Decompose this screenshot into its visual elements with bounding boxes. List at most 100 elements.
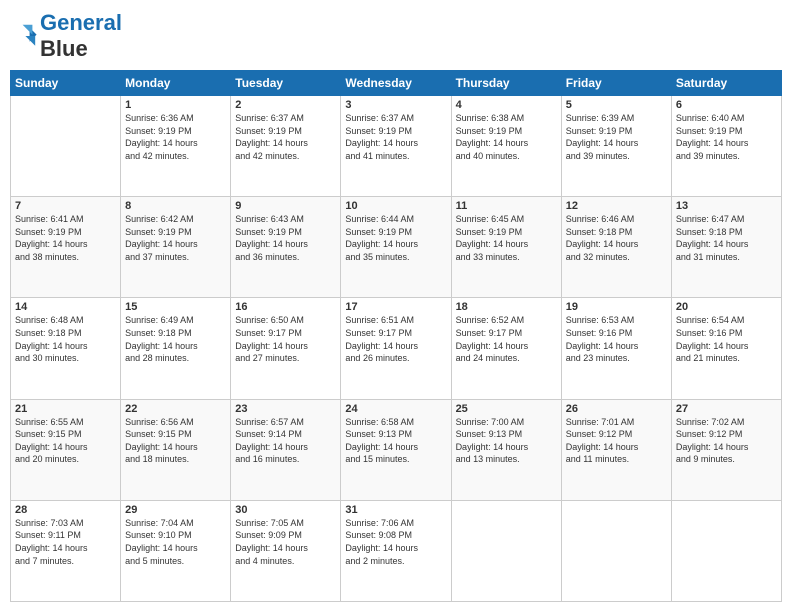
day-info: Sunrise: 6:58 AM Sunset: 9:13 PM Dayligh… [345,416,446,466]
calendar-cell: 10Sunrise: 6:44 AM Sunset: 9:19 PM Dayli… [341,197,451,298]
day-info: Sunrise: 6:37 AM Sunset: 9:19 PM Dayligh… [345,112,446,162]
calendar-cell: 12Sunrise: 6:46 AM Sunset: 9:18 PM Dayli… [561,197,671,298]
day-number: 31 [345,504,446,516]
day-number: 5 [566,99,667,111]
weekday-header: SundayMondayTuesdayWednesdayThursdayFrid… [11,71,782,96]
day-info: Sunrise: 6:39 AM Sunset: 9:19 PM Dayligh… [566,112,667,162]
weekday-header-cell: Friday [561,71,671,96]
day-number: 11 [456,200,557,212]
day-info: Sunrise: 7:00 AM Sunset: 9:13 PM Dayligh… [456,416,557,466]
logo-text: GeneralBlue [40,10,122,62]
day-info: Sunrise: 7:01 AM Sunset: 9:12 PM Dayligh… [566,416,667,466]
day-info: Sunrise: 6:42 AM Sunset: 9:19 PM Dayligh… [125,213,226,263]
day-number: 6 [676,99,777,111]
calendar-cell [11,96,121,197]
calendar-cell: 26Sunrise: 7:01 AM Sunset: 9:12 PM Dayli… [561,399,671,500]
day-number: 14 [15,301,116,313]
day-info: Sunrise: 6:53 AM Sunset: 9:16 PM Dayligh… [566,314,667,364]
day-number: 22 [125,403,226,415]
day-number: 25 [456,403,557,415]
calendar-cell: 14Sunrise: 6:48 AM Sunset: 9:18 PM Dayli… [11,298,121,399]
calendar-cell: 3Sunrise: 6:37 AM Sunset: 9:19 PM Daylig… [341,96,451,197]
day-info: Sunrise: 6:50 AM Sunset: 9:17 PM Dayligh… [235,314,336,364]
calendar-cell: 21Sunrise: 6:55 AM Sunset: 9:15 PM Dayli… [11,399,121,500]
day-number: 1 [125,99,226,111]
calendar-cell: 22Sunrise: 6:56 AM Sunset: 9:15 PM Dayli… [121,399,231,500]
weekday-header-cell: Tuesday [231,71,341,96]
calendar-cell: 6Sunrise: 6:40 AM Sunset: 9:19 PM Daylig… [671,96,781,197]
day-info: Sunrise: 6:41 AM Sunset: 9:19 PM Dayligh… [15,213,116,263]
calendar-cell [451,500,561,601]
day-info: Sunrise: 6:57 AM Sunset: 9:14 PM Dayligh… [235,416,336,466]
day-info: Sunrise: 6:37 AM Sunset: 9:19 PM Dayligh… [235,112,336,162]
day-info: Sunrise: 6:47 AM Sunset: 9:18 PM Dayligh… [676,213,777,263]
day-number: 30 [235,504,336,516]
calendar-week-row: 21Sunrise: 6:55 AM Sunset: 9:15 PM Dayli… [11,399,782,500]
calendar: SundayMondayTuesdayWednesdayThursdayFrid… [10,70,782,602]
day-info: Sunrise: 7:02 AM Sunset: 9:12 PM Dayligh… [676,416,777,466]
day-number: 7 [15,200,116,212]
day-number: 18 [456,301,557,313]
day-number: 3 [345,99,446,111]
calendar-week-row: 1Sunrise: 6:36 AM Sunset: 9:19 PM Daylig… [11,96,782,197]
day-number: 28 [15,504,116,516]
calendar-cell: 8Sunrise: 6:42 AM Sunset: 9:19 PM Daylig… [121,197,231,298]
calendar-cell: 30Sunrise: 7:05 AM Sunset: 9:09 PM Dayli… [231,500,341,601]
day-number: 4 [456,99,557,111]
calendar-cell: 23Sunrise: 6:57 AM Sunset: 9:14 PM Dayli… [231,399,341,500]
day-number: 20 [676,301,777,313]
calendar-cell: 16Sunrise: 6:50 AM Sunset: 9:17 PM Dayli… [231,298,341,399]
day-number: 9 [235,200,336,212]
day-number: 19 [566,301,667,313]
calendar-cell: 27Sunrise: 7:02 AM Sunset: 9:12 PM Dayli… [671,399,781,500]
day-number: 15 [125,301,226,313]
day-number: 24 [345,403,446,415]
calendar-cell [561,500,671,601]
day-number: 10 [345,200,446,212]
day-number: 21 [15,403,116,415]
day-info: Sunrise: 6:40 AM Sunset: 9:19 PM Dayligh… [676,112,777,162]
calendar-cell: 5Sunrise: 6:39 AM Sunset: 9:19 PM Daylig… [561,96,671,197]
calendar-cell: 24Sunrise: 6:58 AM Sunset: 9:13 PM Dayli… [341,399,451,500]
calendar-cell: 1Sunrise: 6:36 AM Sunset: 9:19 PM Daylig… [121,96,231,197]
day-info: Sunrise: 7:05 AM Sunset: 9:09 PM Dayligh… [235,517,336,567]
calendar-cell: 25Sunrise: 7:00 AM Sunset: 9:13 PM Dayli… [451,399,561,500]
calendar-week-row: 7Sunrise: 6:41 AM Sunset: 9:19 PM Daylig… [11,197,782,298]
calendar-body: 1Sunrise: 6:36 AM Sunset: 9:19 PM Daylig… [11,96,782,602]
weekday-header-cell: Thursday [451,71,561,96]
weekday-header-cell: Saturday [671,71,781,96]
day-info: Sunrise: 6:55 AM Sunset: 9:15 PM Dayligh… [15,416,116,466]
day-number: 16 [235,301,336,313]
calendar-cell: 20Sunrise: 6:54 AM Sunset: 9:16 PM Dayli… [671,298,781,399]
day-info: Sunrise: 6:38 AM Sunset: 9:19 PM Dayligh… [456,112,557,162]
calendar-cell: 7Sunrise: 6:41 AM Sunset: 9:19 PM Daylig… [11,197,121,298]
calendar-cell: 2Sunrise: 6:37 AM Sunset: 9:19 PM Daylig… [231,96,341,197]
day-number: 26 [566,403,667,415]
weekday-header-cell: Wednesday [341,71,451,96]
calendar-cell [671,500,781,601]
calendar-cell: 13Sunrise: 6:47 AM Sunset: 9:18 PM Dayli… [671,197,781,298]
day-info: Sunrise: 7:03 AM Sunset: 9:11 PM Dayligh… [15,517,116,567]
day-info: Sunrise: 6:36 AM Sunset: 9:19 PM Dayligh… [125,112,226,162]
day-number: 17 [345,301,446,313]
calendar-cell: 11Sunrise: 6:45 AM Sunset: 9:19 PM Dayli… [451,197,561,298]
calendar-cell: 9Sunrise: 6:43 AM Sunset: 9:19 PM Daylig… [231,197,341,298]
day-number: 13 [676,200,777,212]
day-info: Sunrise: 6:51 AM Sunset: 9:17 PM Dayligh… [345,314,446,364]
calendar-cell: 17Sunrise: 6:51 AM Sunset: 9:17 PM Dayli… [341,298,451,399]
weekday-header-cell: Monday [121,71,231,96]
day-number: 2 [235,99,336,111]
calendar-cell: 4Sunrise: 6:38 AM Sunset: 9:19 PM Daylig… [451,96,561,197]
calendar-cell: 15Sunrise: 6:49 AM Sunset: 9:18 PM Dayli… [121,298,231,399]
day-info: Sunrise: 6:52 AM Sunset: 9:17 PM Dayligh… [456,314,557,364]
page: GeneralBlue SundayMondayTuesdayWednesday… [0,0,792,612]
day-info: Sunrise: 6:43 AM Sunset: 9:19 PM Dayligh… [235,213,336,263]
calendar-cell: 18Sunrise: 6:52 AM Sunset: 9:17 PM Dayli… [451,298,561,399]
day-number: 27 [676,403,777,415]
day-info: Sunrise: 7:04 AM Sunset: 9:10 PM Dayligh… [125,517,226,567]
header: GeneralBlue [10,10,782,62]
calendar-cell: 28Sunrise: 7:03 AM Sunset: 9:11 PM Dayli… [11,500,121,601]
day-info: Sunrise: 6:45 AM Sunset: 9:19 PM Dayligh… [456,213,557,263]
calendar-cell: 19Sunrise: 6:53 AM Sunset: 9:16 PM Dayli… [561,298,671,399]
calendar-cell: 29Sunrise: 7:04 AM Sunset: 9:10 PM Dayli… [121,500,231,601]
